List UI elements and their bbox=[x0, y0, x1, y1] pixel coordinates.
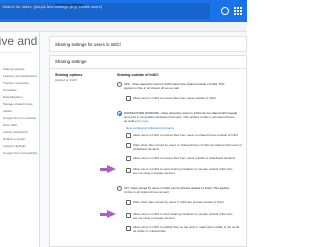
checkbox-receive-non-whitelisted-label: Allow users in IntlCl to receive files f… bbox=[133, 156, 236, 160]
checkbox-invite-non-google-2-line2: are not using a Google account bbox=[133, 216, 175, 220]
checkbox-invite-non-google-2[interactable] bbox=[126, 213, 131, 218]
annotation-arrow-2 bbox=[107, 210, 116, 218]
checkbox-publish-web-line2: as public or unlisted files bbox=[133, 229, 166, 233]
sidebar-item-transfer[interactable]: Transfer ownership bbox=[3, 81, 29, 85]
option-on-line2: to files in all shared drives as well. bbox=[124, 190, 170, 194]
sidebar-divider bbox=[0, 52, 32, 53]
checkbox-receive-outside-label: Allow users in IntlCl to receive files f… bbox=[133, 96, 216, 100]
sidebar-item-accessibility[interactable]: Google Docs Accessibility bbox=[3, 151, 37, 155]
radio-whitelisted[interactable] bbox=[117, 111, 122, 116]
checkbox-warn-outside[interactable] bbox=[126, 200, 131, 205]
radio-off[interactable] bbox=[117, 82, 122, 87]
sidebar-item-features[interactable]: Features and Applications bbox=[3, 74, 38, 78]
checkbox-receive-non-whitelisted[interactable] bbox=[126, 156, 131, 161]
apps-grid-icon[interactable] bbox=[234, 7, 242, 15]
checkbox-warn-whitelisted[interactable] bbox=[126, 143, 131, 148]
checkbox-warn-outside-label: Warn when files owned by users in IntlCl… bbox=[133, 200, 224, 204]
sidebar-item-activity[interactable]: Activity dashboard bbox=[3, 130, 28, 134]
option-off-label-line2: applies to files in all shared drives as… bbox=[124, 86, 180, 90]
checkbox-receive-shared-drives-label: Allow users in IntlCl to receive files f… bbox=[133, 133, 239, 137]
group-title: Sharing outside of IntlCl bbox=[117, 73, 159, 77]
checkbox-warn-whitelisted-line2: whitelisted domains bbox=[133, 147, 160, 151]
breadcrumb-parent-link[interactable]: Settings for Drive and Docs bbox=[0, 2, 49, 7]
card-divider bbox=[49, 68, 247, 69]
sidebar-item-reminder[interactable]: Default reminder bbox=[3, 137, 25, 141]
sidebar-item-labels[interactable]: Labels bbox=[3, 109, 12, 113]
configured-domains-link[interactable]: Now configured whitelisted domains bbox=[126, 126, 174, 130]
section-sublabel: Applied at 'IntlCl' bbox=[55, 78, 78, 82]
checkbox-receive-shared-drives[interactable] bbox=[126, 133, 131, 138]
sidebar-item-templates[interactable]: Templates bbox=[3, 88, 17, 92]
sidebar-item-sdk[interactable]: Drive SDK bbox=[3, 123, 17, 127]
card-title: Sharing settings bbox=[55, 59, 87, 64]
breadcrumb-current: Sharing settings bbox=[55, 2, 84, 7]
checkbox-receive-outside[interactable] bbox=[126, 96, 131, 101]
sidebar-item-migration[interactable]: Data Migration bbox=[3, 95, 23, 99]
learn-more-link[interactable]: Learn more bbox=[133, 119, 148, 123]
sidebar-item-sharing[interactable]: Sharing settings bbox=[3, 67, 25, 71]
checkbox-invite-non-google-1-line2: are not using a Google account bbox=[133, 171, 175, 175]
page-title: Sharing settings for users in IntlCl bbox=[55, 42, 121, 47]
checkbox-publish-web[interactable] bbox=[126, 226, 131, 231]
breadcrumb bbox=[0, 22, 247, 32]
checkbox-invite-non-google-1[interactable] bbox=[126, 168, 131, 173]
section-label: Sharing options bbox=[55, 73, 83, 77]
sidebar-item-highlight[interactable]: Support Highlight bbox=[3, 144, 26, 148]
sidebar-item-desktop[interactable]: Google Drive for desktop bbox=[3, 116, 36, 120]
radio-on[interactable] bbox=[117, 186, 122, 191]
sidebar-item-shared-drives[interactable]: Manage shared drives bbox=[3, 102, 33, 106]
breadcrumb-separator: › bbox=[47, 2, 49, 7]
help-icon[interactable] bbox=[221, 7, 229, 15]
annotation-arrow-1 bbox=[107, 165, 116, 173]
